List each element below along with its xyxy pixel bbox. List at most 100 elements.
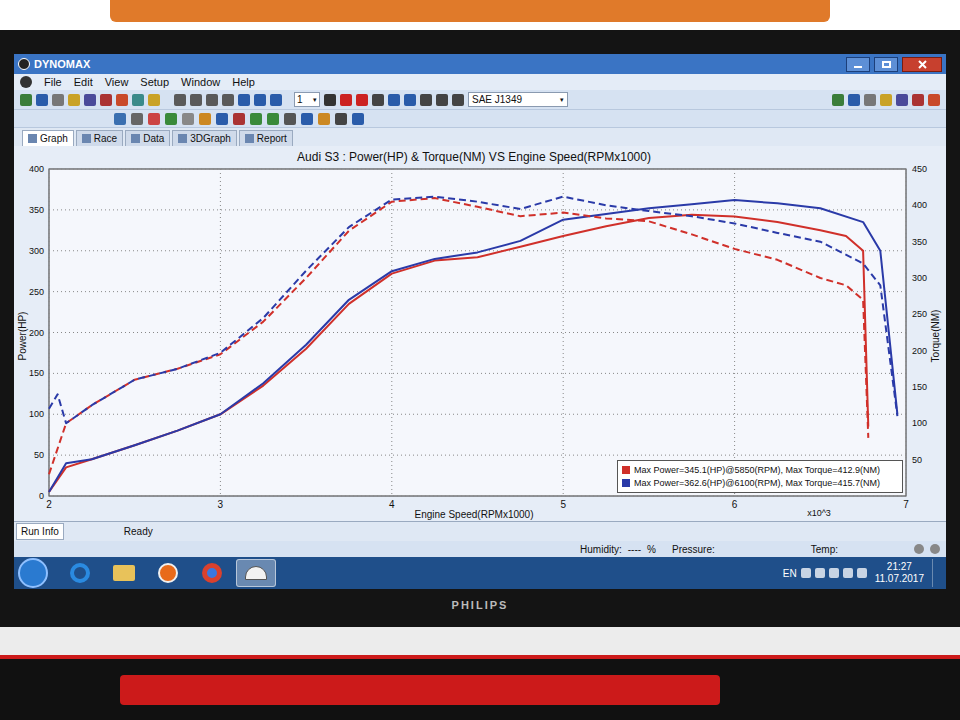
plot-area [49, 169, 906, 496]
tool-icon[interactable] [848, 94, 860, 106]
title-bar: DYNOMAX [14, 54, 946, 74]
tool-icon[interactable] [190, 94, 202, 106]
menu-item[interactable]: View [105, 74, 129, 91]
tool-icon[interactable] [340, 94, 352, 106]
view-tab[interactable]: Data [125, 130, 170, 146]
tray-icon[interactable] [801, 568, 811, 578]
standard-select[interactable]: SAE J1349▾ [468, 92, 568, 107]
view-tab[interactable]: Graph [22, 130, 74, 146]
view-tab[interactable]: Report [239, 130, 293, 146]
tool-icon[interactable] [222, 94, 234, 106]
tool-icon[interactable] [182, 113, 194, 125]
ie-taskbar-icon[interactable] [60, 559, 100, 587]
tray-icon[interactable] [815, 568, 825, 578]
tool-icon[interactable] [216, 113, 228, 125]
tool-icon[interactable] [199, 113, 211, 125]
tool-icon[interactable] [324, 94, 336, 106]
tool-icon[interactable] [880, 94, 892, 106]
explorer-taskbar-icon[interactable] [104, 559, 144, 587]
view-tab[interactable]: 3DGraph [172, 130, 237, 146]
tool-icon[interactable] [131, 113, 143, 125]
toolbar: 1▾ SAE J1349▾ [14, 90, 946, 110]
tool-icon[interactable] [356, 94, 368, 106]
tool-icon[interactable] [452, 94, 464, 106]
tool-icon[interactable] [84, 94, 96, 106]
maximize-button[interactable] [874, 57, 898, 72]
tool-icon[interactable] [100, 94, 112, 106]
chrome-taskbar-icon[interactable] [192, 559, 232, 587]
x-tick: 4 [389, 499, 395, 510]
legend: Max Power=345.1(HP)@5850(RPM), Max Torqu… [617, 460, 903, 493]
dyno-taskbar-icon[interactable] [236, 559, 276, 587]
tool-icon[interactable] [68, 94, 80, 106]
tool-icon[interactable] [864, 94, 876, 106]
app-icon [18, 58, 30, 70]
tool-icon[interactable] [388, 94, 400, 106]
tool-icon[interactable] [301, 113, 313, 125]
tool-icon[interactable] [335, 113, 347, 125]
monitor-bezel-bottom: PHILIPS [14, 589, 946, 621]
tool-icon[interactable] [148, 113, 160, 125]
tool-icon[interactable] [206, 94, 218, 106]
tool-icon[interactable] [270, 94, 282, 106]
x-multiplier: x10^3 [807, 508, 831, 518]
start-button[interactable] [18, 558, 48, 588]
clock[interactable]: 21:2711.07.2017 [871, 561, 928, 585]
tool-icon[interactable] [896, 94, 908, 106]
media-taskbar-icon[interactable] [148, 559, 188, 587]
tool-icon[interactable] [114, 113, 126, 125]
tool-icon[interactable] [52, 94, 64, 106]
menu-item[interactable]: Help [232, 74, 255, 91]
wall [0, 627, 960, 655]
bottom-tab[interactable]: Run Info [16, 523, 64, 540]
tool-icon[interactable] [372, 94, 384, 106]
language-indicator[interactable]: EN [783, 566, 797, 581]
legend-item: Max Power=345.1(HP)@5850(RPM), Max Torqu… [622, 464, 898, 476]
menu-item[interactable]: Window [181, 74, 220, 91]
toolbar-2 [14, 110, 946, 128]
tool-icon[interactable] [254, 94, 266, 106]
tray-icon[interactable] [843, 568, 853, 578]
close-icon [918, 60, 927, 69]
tool-icon[interactable] [404, 94, 416, 106]
minimize-button[interactable] [846, 57, 870, 72]
tool-icon[interactable] [436, 94, 448, 106]
tool-icon[interactable] [233, 113, 245, 125]
tool-icon[interactable] [250, 113, 262, 125]
y-right-tick: 150 [912, 382, 927, 392]
menu-item[interactable]: Setup [140, 74, 169, 91]
tool-icon[interactable] [20, 94, 32, 106]
menu-bar: File Edit View Setup Window Help [14, 74, 946, 90]
tool-icon[interactable] [116, 94, 128, 106]
close-button[interactable] [902, 57, 942, 72]
tool-icon[interactable] [36, 94, 48, 106]
tool-icon[interactable] [832, 94, 844, 106]
tool-icon[interactable] [912, 94, 924, 106]
view-tab[interactable]: Race [76, 130, 123, 146]
tool-icon[interactable] [267, 113, 279, 125]
tray-icon[interactable] [857, 568, 867, 578]
tool-icon[interactable] [238, 94, 250, 106]
tool-icon[interactable] [132, 94, 144, 106]
tool-icon[interactable] [352, 113, 364, 125]
y-right-tick: 200 [912, 346, 927, 356]
run-2-torque-line [49, 197, 897, 424]
tool-icon[interactable] [148, 94, 160, 106]
tray-icon[interactable] [829, 568, 839, 578]
menu-item[interactable]: Edit [74, 74, 93, 91]
menu-item[interactable]: File [44, 74, 62, 91]
tool-icon[interactable] [420, 94, 432, 106]
humidity-value: ---- [628, 542, 641, 557]
humidity-unit: % [647, 542, 656, 557]
x-tick: 7 [903, 499, 909, 510]
tool-icon[interactable] [165, 113, 177, 125]
tool-icon[interactable] [174, 94, 186, 106]
y-right-tick: 350 [912, 237, 927, 247]
taskbar: EN 21:2711.07.2017 [14, 557, 946, 589]
tool-icon[interactable] [928, 94, 940, 106]
window-title: DYNOMAX [34, 56, 90, 73]
page-select[interactable]: 1▾ [294, 92, 320, 107]
tool-icon[interactable] [284, 113, 296, 125]
tool-icon[interactable] [318, 113, 330, 125]
status-bar: Humidity:----%Pressure:Temp: [14, 541, 946, 557]
